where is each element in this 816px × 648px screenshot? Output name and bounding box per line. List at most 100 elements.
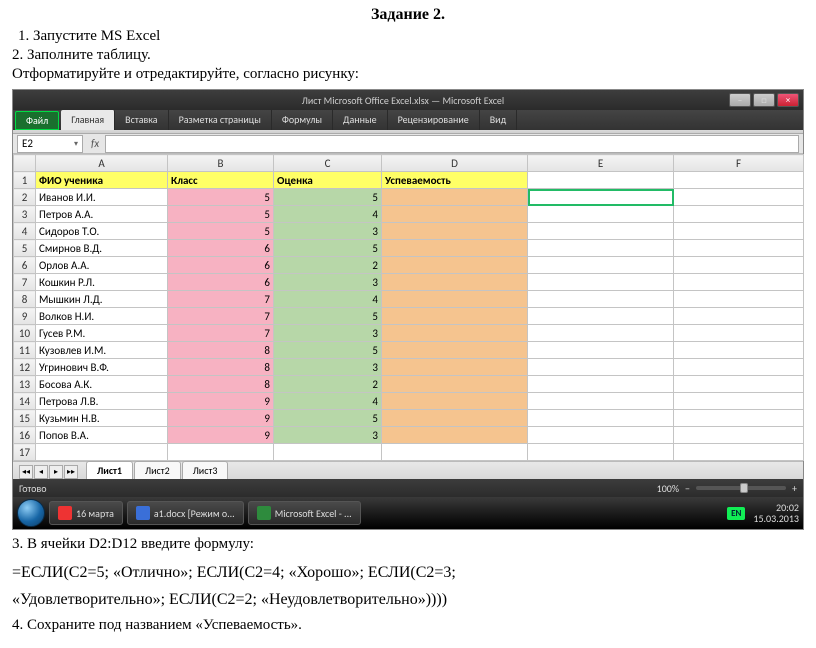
taskbar-date-widget[interactable]: 16 марта — [49, 501, 123, 525]
tab-layout[interactable]: Разметка страницы — [169, 110, 272, 130]
row-header[interactable]: 17 — [14, 444, 36, 461]
cell[interactable] — [382, 206, 528, 223]
cell[interactable]: 5 — [274, 189, 382, 206]
cell[interactable] — [674, 257, 804, 274]
sheet-nav-last[interactable]: ▸▸ — [64, 465, 78, 479]
sheet-nav-next[interactable]: ▸ — [49, 465, 63, 479]
cell[interactable]: Кошкин Р.Л. — [36, 274, 168, 291]
cell[interactable] — [528, 359, 674, 376]
tab-home[interactable]: Главная — [61, 110, 115, 130]
row-header[interactable]: 1 — [14, 172, 36, 189]
row-header[interactable]: 3 — [14, 206, 36, 223]
cell[interactable]: 8 — [168, 359, 274, 376]
cell[interactable]: 9 — [168, 410, 274, 427]
cell[interactable] — [528, 308, 674, 325]
taskbar-excel[interactable]: Microsoft Excel - ... — [248, 501, 361, 525]
cell[interactable]: 3 — [274, 359, 382, 376]
row-header[interactable]: 8 — [14, 291, 36, 308]
cell-F1[interactable] — [674, 172, 804, 189]
cell[interactable]: 5 — [274, 240, 382, 257]
cell[interactable] — [674, 274, 804, 291]
cell[interactable]: Кузовлев И.М. — [36, 342, 168, 359]
cell[interactable]: 7 — [168, 291, 274, 308]
cell[interactable]: Петров А.А. — [36, 206, 168, 223]
cell[interactable]: 6 — [168, 240, 274, 257]
row-header[interactable]: 16 — [14, 427, 36, 444]
cell[interactable] — [674, 342, 804, 359]
tab-formulas[interactable]: Формулы — [272, 110, 333, 130]
cell[interactable]: 5 — [168, 206, 274, 223]
cell[interactable] — [674, 291, 804, 308]
cell[interactable]: 3 — [274, 223, 382, 240]
sheet-tab-3[interactable]: Лист3 — [182, 461, 229, 479]
cell[interactable] — [528, 427, 674, 444]
maximize-button[interactable]: □ — [753, 93, 775, 107]
cell-E2-active[interactable] — [528, 189, 674, 206]
fx-label[interactable]: fx — [85, 137, 105, 150]
cell[interactable] — [382, 444, 528, 461]
cell[interactable]: Угринович В.Ф. — [36, 359, 168, 376]
cell-C1[interactable]: Оценка — [274, 172, 382, 189]
row-header[interactable]: 11 — [14, 342, 36, 359]
cell[interactable] — [528, 257, 674, 274]
cell[interactable]: 3 — [274, 427, 382, 444]
cell[interactable] — [382, 257, 528, 274]
row-header[interactable]: 7 — [14, 274, 36, 291]
col-E[interactable]: E — [528, 155, 674, 172]
zoom-slider[interactable] — [696, 486, 786, 490]
cell[interactable] — [674, 206, 804, 223]
cell[interactable]: 5 — [274, 410, 382, 427]
taskbar-word[interactable]: a1.docx [Режим о... — [127, 501, 244, 525]
cell[interactable]: Иванов И.И. — [36, 189, 168, 206]
cell[interactable] — [528, 223, 674, 240]
cell-D1[interactable]: Успеваемость — [382, 172, 528, 189]
cell[interactable] — [382, 291, 528, 308]
row-header[interactable]: 15 — [14, 410, 36, 427]
cell[interactable] — [528, 410, 674, 427]
cell[interactable]: 9 — [168, 393, 274, 410]
cell[interactable]: 5 — [168, 189, 274, 206]
cell[interactable] — [382, 427, 528, 444]
cell[interactable]: 4 — [274, 291, 382, 308]
row-header[interactable]: 6 — [14, 257, 36, 274]
row-header[interactable]: 4 — [14, 223, 36, 240]
cell[interactable]: 9 — [168, 427, 274, 444]
cell[interactable] — [382, 359, 528, 376]
cell[interactable] — [382, 189, 528, 206]
cell[interactable]: 5 — [274, 308, 382, 325]
cell[interactable]: 8 — [168, 342, 274, 359]
name-box[interactable]: E2 ▾ — [17, 135, 83, 153]
cell[interactable]: 7 — [168, 308, 274, 325]
cell[interactable] — [674, 308, 804, 325]
close-button[interactable]: × — [777, 93, 799, 107]
cell-A1[interactable]: ФИО ученика — [36, 172, 168, 189]
dropdown-icon[interactable]: ▾ — [74, 139, 78, 149]
cell[interactable]: Волков Н.И. — [36, 308, 168, 325]
row-header[interactable]: 5 — [14, 240, 36, 257]
formula-input[interactable] — [105, 135, 799, 153]
tab-data[interactable]: Данные — [333, 110, 388, 130]
cell[interactable] — [674, 240, 804, 257]
cell[interactable] — [674, 444, 804, 461]
cell[interactable] — [528, 376, 674, 393]
tray-language[interactable]: EN — [727, 507, 745, 520]
cell[interactable]: Кузьмин Н.В. — [36, 410, 168, 427]
cell[interactable]: 5 — [168, 223, 274, 240]
cell[interactable]: 3 — [274, 325, 382, 342]
cell[interactable]: 8 — [168, 376, 274, 393]
tab-insert[interactable]: Вставка — [115, 110, 168, 130]
col-A[interactable]: A — [36, 155, 168, 172]
cell[interactable] — [382, 393, 528, 410]
cell[interactable] — [674, 359, 804, 376]
cell[interactable]: 4 — [274, 393, 382, 410]
cell[interactable] — [528, 342, 674, 359]
cell[interactable] — [382, 223, 528, 240]
sheet-nav-first[interactable]: ◂◂ — [19, 465, 33, 479]
start-button[interactable] — [17, 499, 45, 527]
col-F[interactable]: F — [674, 155, 804, 172]
select-all[interactable] — [14, 155, 36, 172]
cell[interactable] — [528, 274, 674, 291]
row-header[interactable]: 10 — [14, 325, 36, 342]
cell[interactable] — [168, 444, 274, 461]
cell[interactable]: Сидоров Т.О. — [36, 223, 168, 240]
